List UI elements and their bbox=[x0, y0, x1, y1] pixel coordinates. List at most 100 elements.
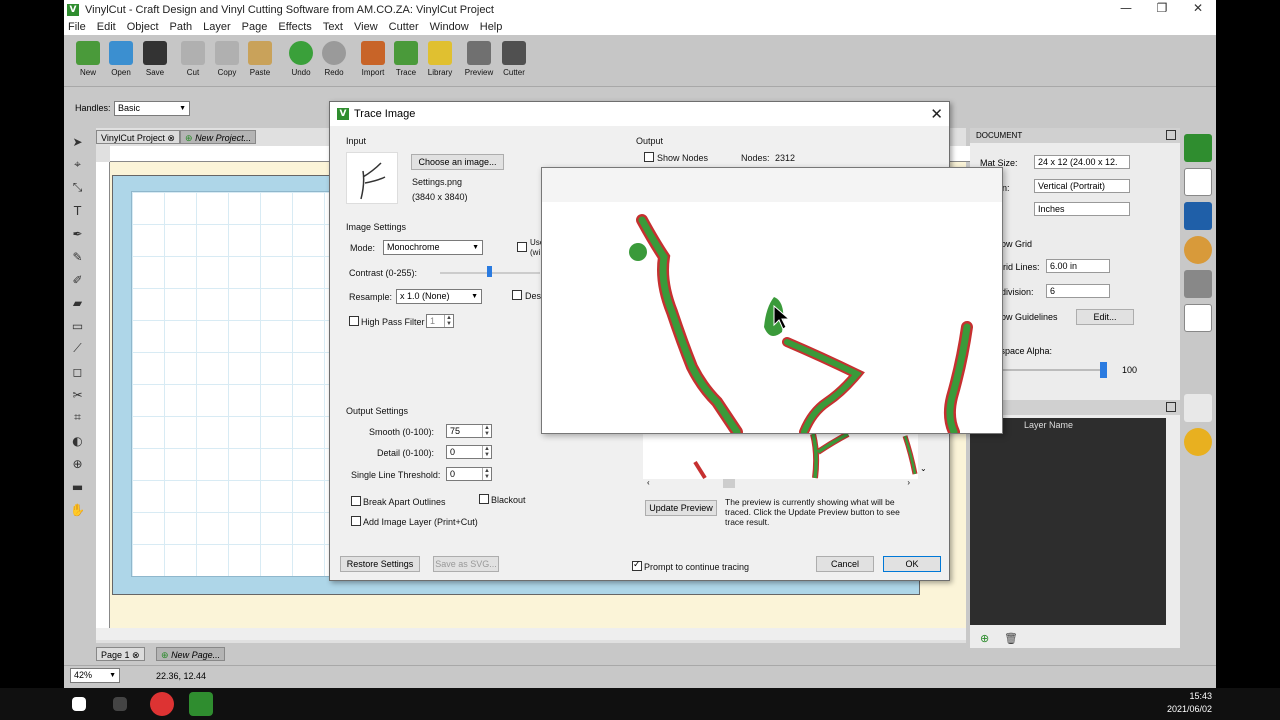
mat-size-select[interactable]: 24 x 12 (24.00 x 12. bbox=[1034, 155, 1130, 169]
smooth-field[interactable]: 75 ▲ ▼ bbox=[446, 424, 492, 438]
help-icon[interactable] bbox=[1184, 428, 1212, 456]
import-button[interactable]: Import bbox=[356, 41, 390, 77]
minimize-button[interactable]: — bbox=[1108, 0, 1144, 19]
detail-field[interactable]: 0 ▲ ▼ bbox=[446, 445, 492, 459]
new-button[interactable]: New bbox=[71, 41, 105, 77]
vinylcut-panel-icon[interactable] bbox=[1184, 134, 1212, 162]
copy-button[interactable]: Copy bbox=[210, 41, 244, 77]
task-view-icon[interactable] bbox=[113, 697, 127, 711]
contrast-thumb[interactable] bbox=[487, 266, 492, 277]
menu-object[interactable]: Object bbox=[127, 21, 159, 33]
transform-tool-icon[interactable]: ⤡ bbox=[64, 176, 91, 199]
restore-settings-button[interactable]: Restore Settings bbox=[340, 556, 420, 572]
menu-edit[interactable]: Edit bbox=[97, 21, 116, 33]
open-button[interactable]: Open bbox=[104, 41, 138, 77]
resample-select[interactable]: x 1.0 (None) ▼ bbox=[396, 289, 482, 304]
palette-icon[interactable] bbox=[1184, 236, 1212, 264]
menu-effects[interactable]: Effects bbox=[278, 21, 311, 33]
use-checkbox[interactable] bbox=[517, 242, 527, 252]
save-as-svg-button[interactable]: Save as SVG... bbox=[433, 556, 499, 572]
layers-icon[interactable] bbox=[1184, 394, 1212, 422]
cancel-button[interactable]: Cancel bbox=[816, 556, 874, 572]
menu-file[interactable]: File bbox=[68, 21, 86, 33]
panel-detach-icon[interactable] bbox=[1166, 402, 1176, 412]
despeckle-checkbox[interactable] bbox=[512, 290, 522, 300]
preview-button[interactable]: Preview bbox=[462, 41, 496, 77]
handles-select[interactable]: Basic ▼ bbox=[114, 101, 190, 116]
break-apart-checkbox[interactable] bbox=[351, 496, 361, 506]
tab-page-1[interactable]: Page 1 ⊗ bbox=[96, 647, 145, 661]
brush-tool-icon[interactable]: ✐ bbox=[64, 268, 91, 291]
panel-detach-icon[interactable] bbox=[1166, 130, 1176, 140]
scrollbar-thumb[interactable] bbox=[723, 479, 735, 488]
show-guidelines-label[interactable]: how Guidelines bbox=[996, 312, 1058, 322]
prompt-continue-checkbox[interactable]: ✓ bbox=[632, 559, 642, 571]
menu-path[interactable]: Path bbox=[170, 21, 193, 33]
layers-list[interactable]: Layer Name bbox=[970, 418, 1166, 625]
text-tool-icon[interactable]: T bbox=[64, 199, 91, 222]
single-line-field[interactable]: 0 ▲ ▼ bbox=[446, 467, 492, 481]
slider-thumb[interactable] bbox=[1100, 362, 1107, 378]
menu-page[interactable]: Page bbox=[242, 21, 268, 33]
hand-tool-icon[interactable]: ✋ bbox=[64, 498, 91, 521]
subdivision-field[interactable]: 6 bbox=[1046, 284, 1110, 298]
cut-button[interactable]: Cut bbox=[176, 41, 210, 77]
undo-button[interactable]: Undo bbox=[284, 41, 318, 77]
knife-tool-icon[interactable]: ✂ bbox=[64, 383, 91, 406]
tab-new-page[interactable]: ⊕ New Page... bbox=[156, 647, 226, 661]
delete-layer-icon[interactable]: 🗑 bbox=[1004, 632, 1018, 645]
redo-button[interactable]: Redo bbox=[317, 41, 351, 77]
chevron-right-icon[interactable]: › bbox=[907, 478, 910, 487]
grid-lines-field[interactable]: 6.00 in bbox=[1046, 259, 1110, 273]
orientation-select[interactable]: Vertical (Portrait) bbox=[1034, 179, 1130, 193]
chevron-left-icon[interactable]: ‹ bbox=[647, 478, 650, 487]
text-style-icon[interactable] bbox=[1184, 304, 1212, 332]
workspace-alpha-slider[interactable] bbox=[1000, 369, 1100, 371]
dialog-close-icon[interactable]: ✕ bbox=[930, 105, 943, 123]
chevron-down-icon[interactable]: ⌄ bbox=[920, 464, 927, 473]
show-nodes-checkbox[interactable] bbox=[644, 152, 654, 162]
ok-button[interactable]: OK bbox=[883, 556, 941, 572]
eyedropper-tool-icon[interactable]: ⟋ bbox=[64, 337, 91, 360]
save-button[interactable]: Save bbox=[138, 41, 172, 77]
wrench-icon[interactable] bbox=[1184, 270, 1212, 298]
node-edit-tool-icon[interactable]: ⌖ bbox=[64, 153, 91, 176]
close-button[interactable]: ✕ bbox=[1180, 0, 1216, 19]
vinylcut-taskbar-icon[interactable] bbox=[189, 692, 213, 716]
paste-button[interactable]: Paste bbox=[243, 41, 277, 77]
zoom-select[interactable]: 42% ▼ bbox=[70, 668, 120, 683]
move-icon[interactable] bbox=[1184, 202, 1212, 230]
zoom-tool-icon[interactable]: ⊕ bbox=[64, 452, 91, 475]
cutter-button[interactable]: Cutter bbox=[497, 41, 531, 77]
menu-text[interactable]: Text bbox=[323, 21, 343, 33]
horizontal-scrollbar[interactable] bbox=[96, 628, 966, 640]
edit-guidelines-button[interactable]: Edit... bbox=[1076, 309, 1134, 325]
start-windows-icon[interactable] bbox=[72, 697, 86, 711]
pencil-tool-icon[interactable]: ✎ bbox=[64, 245, 91, 268]
document-icon[interactable] bbox=[1184, 168, 1212, 196]
chrome-icon[interactable] bbox=[150, 692, 174, 716]
tab-vinylcut-project[interactable]: VinylCut Project ⊗ bbox=[96, 130, 180, 144]
contrast-tool-icon[interactable]: ◐ bbox=[64, 429, 91, 452]
select-tool-icon[interactable]: ➤ bbox=[64, 130, 91, 153]
tab-new-project[interactable]: ⊕ New Project... bbox=[180, 130, 257, 144]
menu-layer[interactable]: Layer bbox=[203, 21, 231, 33]
measure-tool-icon[interactable]: ▬ bbox=[64, 475, 91, 498]
high-pass-checkbox[interactable] bbox=[349, 316, 359, 326]
shape-tool-icon[interactable]: ◻ bbox=[64, 360, 91, 383]
library-button[interactable]: Library bbox=[423, 41, 457, 77]
add-image-layer-checkbox[interactable] bbox=[351, 516, 361, 526]
maximize-button[interactable]: ❐ bbox=[1144, 0, 1180, 19]
menu-help[interactable]: Help bbox=[480, 21, 503, 33]
menu-cutter[interactable]: Cutter bbox=[389, 21, 419, 33]
high-pass-field[interactable]: 1 ▲ ▼ bbox=[426, 314, 454, 328]
pen-tool-icon[interactable]: ✒ bbox=[64, 222, 91, 245]
add-layer-icon[interactable]: ⊕ bbox=[980, 632, 989, 645]
blackout-checkbox[interactable] bbox=[479, 494, 489, 504]
menu-view[interactable]: View bbox=[354, 21, 378, 33]
choose-image-button[interactable]: Choose an image... bbox=[411, 154, 504, 170]
eraser-tool-icon[interactable]: ▰ bbox=[64, 291, 91, 314]
mode-select[interactable]: Monochrome ▼ bbox=[383, 240, 483, 255]
units-select[interactable]: Inches bbox=[1034, 202, 1130, 216]
trace-button[interactable]: Trace bbox=[389, 41, 423, 77]
